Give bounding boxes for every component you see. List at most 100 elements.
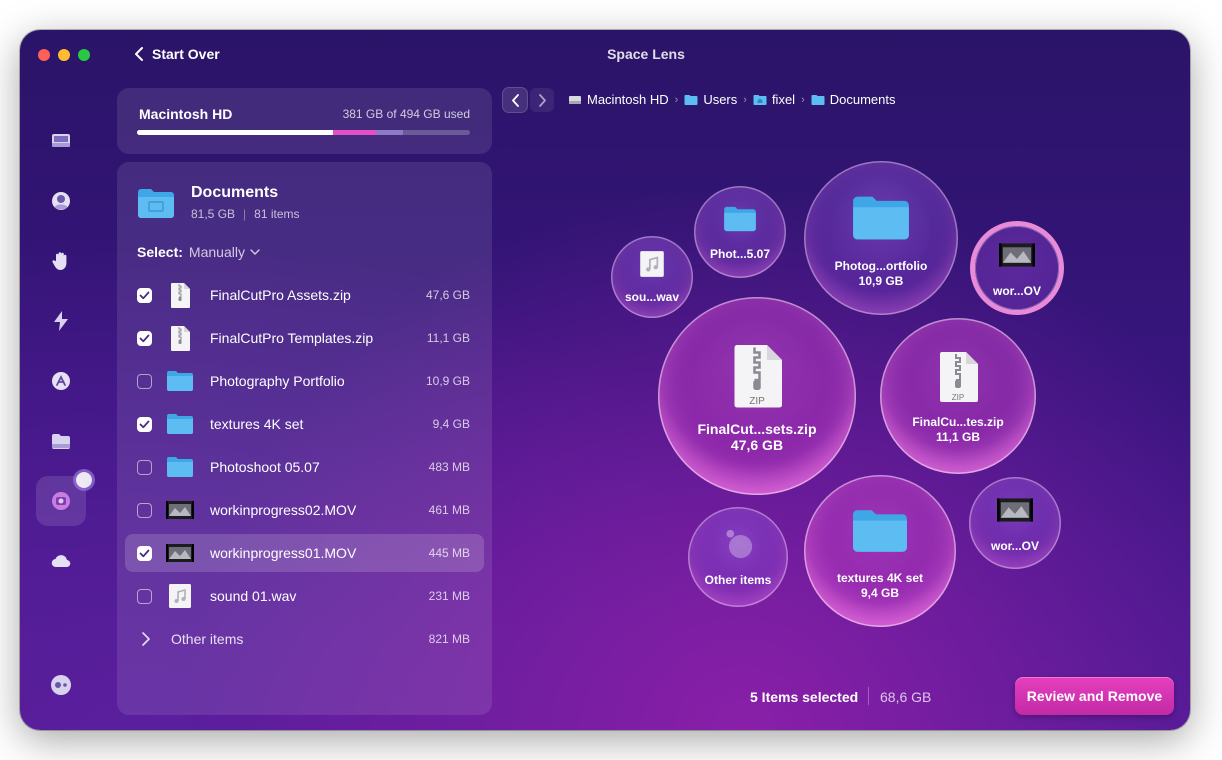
checkmark-icon [139, 291, 150, 299]
disk-usage-bar [137, 130, 470, 135]
bubble-other[interactable]: Other items [688, 507, 788, 607]
bubble-label: wor...OV [990, 539, 1039, 553]
file-name: textures 4K set [210, 416, 304, 432]
disk-used-text: 381 GB of 494 GB used [342, 107, 470, 121]
file-checkbox[interactable] [137, 502, 152, 518]
meta-divider: | [243, 207, 247, 221]
bubble-label: FinalCu...tes.zip [912, 414, 1004, 429]
sidebar-item-speed[interactable] [36, 296, 86, 346]
breadcrumb-separator: › [743, 93, 747, 106]
file-size: 461 MB [428, 503, 470, 517]
bubble-folder[interactable]: Phot...5.07 [694, 186, 786, 278]
audio-file-icon [166, 582, 194, 610]
select-mode: Select: Manually [137, 244, 260, 260]
file-row[interactable]: workinprogress01.MOV 445 MB [125, 534, 484, 572]
file-row[interactable]: Photoshoot 05.07 483 MB [125, 448, 484, 486]
bubble-label: textures 4K set [836, 570, 924, 585]
selected-size: 68,6 GB [880, 689, 932, 705]
disk-icon [52, 134, 70, 147]
file-name: Photoshoot 05.07 [210, 459, 320, 475]
zip-badge: ZIP [951, 392, 965, 402]
checkmark-icon [139, 549, 150, 557]
sidebar-item-files[interactable] [36, 416, 86, 466]
files-icon [52, 434, 70, 449]
file-name: workinprogress02.MOV [210, 502, 357, 518]
breadcrumb-separator: › [801, 93, 805, 106]
forward-button[interactable] [530, 88, 554, 112]
bubble-label: sou...wav [624, 290, 680, 304]
audio-icon [637, 249, 667, 284]
file-checkbox[interactable] [137, 373, 152, 389]
space-lens-icon [52, 492, 70, 510]
disk-bar-selected [333, 130, 376, 135]
disk-usage-card: Macintosh HD 381 GB of 494 GB used [117, 88, 492, 154]
footer-divider [868, 687, 869, 705]
breadcrumb-label: fixel [771, 92, 796, 107]
bubble-audio[interactable]: sou...wav [611, 236, 693, 318]
bubble-size: 47,6 GB [730, 436, 784, 453]
current-folder-header: Documents 81,5 GB | 81 items [137, 184, 300, 221]
video-file-icon [166, 496, 194, 524]
sidebar-item-cloud[interactable] [36, 536, 86, 586]
file-checkbox[interactable] [137, 416, 152, 432]
bubble-folder[interactable]: textures 4K set 9,4 GB [804, 475, 956, 627]
bubble-zip[interactable]: ZIP FinalCut...sets.zip 47,6 GB [658, 297, 856, 495]
bubble-zip[interactable]: ZIP FinalCu...tes.zip 11,1 GB [880, 318, 1036, 474]
bubble-size: 9,4 GB [860, 585, 899, 600]
file-size: 483 MB [428, 460, 470, 474]
sidebar-item-performance[interactable] [36, 236, 86, 286]
other-items-size: 821 MB [428, 632, 470, 646]
file-row[interactable]: FinalCutPro Templates.zip 11,1 GB [125, 319, 484, 357]
review-and-remove-button[interactable]: Review and Remove [1015, 677, 1174, 715]
bubble-video[interactable]: wor...OV [969, 477, 1061, 569]
other-items-row[interactable]: Other items 821 MB [125, 620, 484, 658]
bubble-size: 10,9 GB [858, 273, 904, 288]
breadcrumb-item[interactable]: Macintosh HD [568, 92, 669, 107]
chevron-right-icon [142, 632, 150, 646]
file-checkbox[interactable] [137, 588, 152, 604]
file-name: FinalCutPro Assets.zip [210, 287, 351, 303]
sidebar-item-protection[interactable] [36, 176, 86, 226]
sidebar-item-applications[interactable] [36, 356, 86, 406]
file-checkbox[interactable] [137, 330, 152, 346]
start-over-button[interactable]: Start Over [134, 46, 220, 62]
folder-size: 81,5 GB [191, 207, 236, 221]
bubble-folder[interactable]: Photog...ortfolio 10,9 GB [804, 161, 958, 315]
chevron-down-icon [250, 249, 260, 255]
sidebar-item-space-lens[interactable] [36, 472, 92, 526]
file-row[interactable]: textures 4K set 9,4 GB [125, 405, 484, 443]
file-size: 9,4 GB [432, 417, 470, 431]
folder-icon [851, 188, 911, 253]
file-row[interactable]: FinalCutPro Assets.zip 47,6 GB [125, 276, 484, 314]
breadcrumb-item[interactable]: Users [684, 92, 737, 107]
breadcrumb-item[interactable]: fixel [753, 92, 795, 107]
select-mode-dropdown[interactable]: Manually [189, 244, 260, 260]
chevron-right-icon [538, 93, 546, 107]
file-name: workinprogress01.MOV [210, 545, 357, 561]
file-checkbox[interactable] [137, 545, 152, 561]
cloud-icon [51, 555, 71, 568]
file-row[interactable]: Photography Portfolio 10,9 GB [125, 362, 484, 400]
folder-icon [723, 202, 757, 241]
zip-file-icon [166, 324, 194, 352]
file-checkbox[interactable] [137, 287, 152, 303]
disk-bar-other [376, 130, 403, 135]
breadcrumb-label: Macintosh HD [587, 92, 669, 107]
bubble-size: 11,1 GB [935, 429, 981, 444]
file-checkbox[interactable] [137, 459, 152, 475]
checkmark-icon [139, 420, 150, 428]
file-size: 47,6 GB [425, 288, 470, 302]
bubble-label: wor...OV [992, 284, 1041, 298]
bubble-video[interactable]: wor...OV [975, 226, 1059, 310]
file-row[interactable]: sound 01.wav 231 MB [125, 577, 484, 615]
breadcrumb-separator: › [674, 93, 679, 106]
assistant-button[interactable] [36, 660, 86, 710]
video-icon [999, 237, 1035, 278]
zip-badge: ZIP [749, 395, 765, 407]
zip-icon: ZIP [930, 348, 986, 409]
file-row[interactable]: workinprogress02.MOV 461 MB [125, 491, 484, 529]
breadcrumb-item[interactable]: Documents [811, 92, 895, 107]
sidebar-item-cleanup[interactable] [36, 116, 86, 166]
folder-item-count: 81 items [254, 207, 300, 221]
back-button[interactable] [503, 88, 527, 112]
